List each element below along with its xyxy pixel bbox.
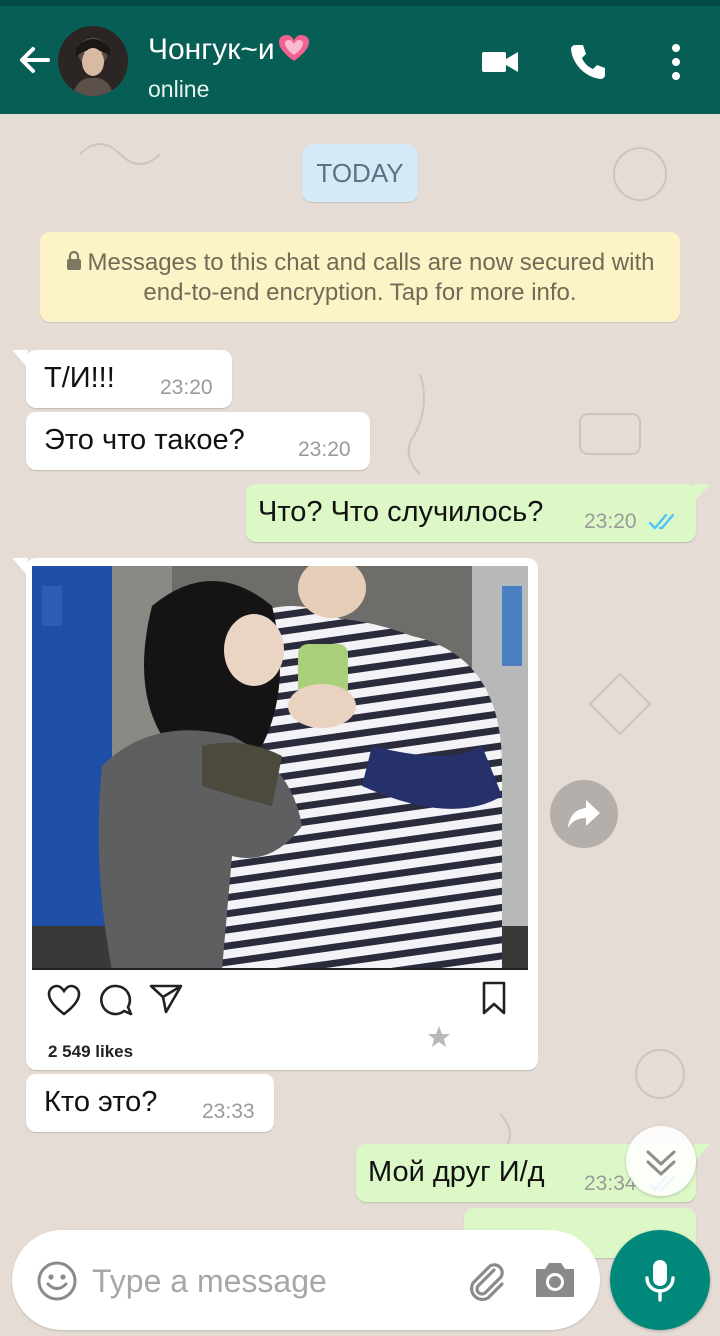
message-text: Это что такое? [44,424,245,456]
message-text: Что? Что случилось? [258,496,544,528]
message-time: 23:20 [160,376,213,399]
message-incoming[interactable]: Это что такое? 23:20 [26,412,370,470]
contact-name[interactable]: Чонгук~и [148,32,311,68]
message-composer [12,1230,600,1330]
star-icon [428,1026,450,1047]
heart-emoji-icon [278,35,309,61]
contact-avatar[interactable] [58,26,128,96]
back-arrow-icon[interactable] [14,40,54,80]
forward-button[interactable] [550,780,618,848]
emoji-icon[interactable] [36,1260,78,1302]
comment-icon[interactable] [98,982,134,1018]
encryption-notice[interactable]: Messages to this chat and calls are now … [40,232,680,322]
contact-name-text: Чонгук~и [148,33,275,66]
share-icon[interactable] [148,980,184,1016]
shared-post-message[interactable]: 2 549 likes [12,558,538,1070]
message-time: 23:33 [202,1100,255,1123]
message-text: Мой друг И/д [368,1156,545,1188]
message-time: 23:20 [584,510,637,533]
message-text: Т/И!!! [44,362,115,394]
bubble-tail [12,558,28,576]
message-incoming[interactable]: Кто это? 23:33 [26,1074,274,1132]
message-incoming[interactable]: Т/И!!! 23:20 [12,350,232,408]
scroll-to-bottom-button[interactable] [626,1126,696,1196]
voice-message-button[interactable] [610,1230,710,1330]
chevron-down-icon [646,1150,676,1176]
double-tick-icon [648,513,675,530]
microphone-icon [645,1260,675,1302]
forward-icon [568,800,600,828]
bookmark-icon[interactable] [476,980,512,1016]
bubble-tail [694,1144,710,1162]
date-chip: TODAY [302,144,418,202]
message-input[interactable] [92,1256,452,1306]
encryption-notice-text: Messages to this chat and calls are now … [87,249,655,306]
camera-icon[interactable] [532,1259,578,1301]
heart-outline-icon[interactable] [46,982,82,1018]
more-options-icon[interactable] [654,40,698,84]
voice-call-icon[interactable] [566,40,610,84]
lock-icon [66,251,81,270]
contact-status: online [148,76,210,102]
likes-count: 2 549 likes [48,1042,134,1061]
bubble-tail [12,350,28,368]
chat-header: Чонгук~и online [0,6,720,114]
message-text: Кто это? [44,1086,158,1118]
message-outgoing[interactable]: Что? Что случилось? 23:20 [246,484,710,542]
shared-photo[interactable] [32,566,528,970]
paperclip-icon[interactable] [464,1258,508,1302]
chat-area[interactable]: TODAY Messages to this chat and calls ar… [0,114,720,1336]
bubble-tail [694,484,710,502]
video-call-icon[interactable] [478,40,522,84]
message-time: 23:20 [298,438,351,461]
